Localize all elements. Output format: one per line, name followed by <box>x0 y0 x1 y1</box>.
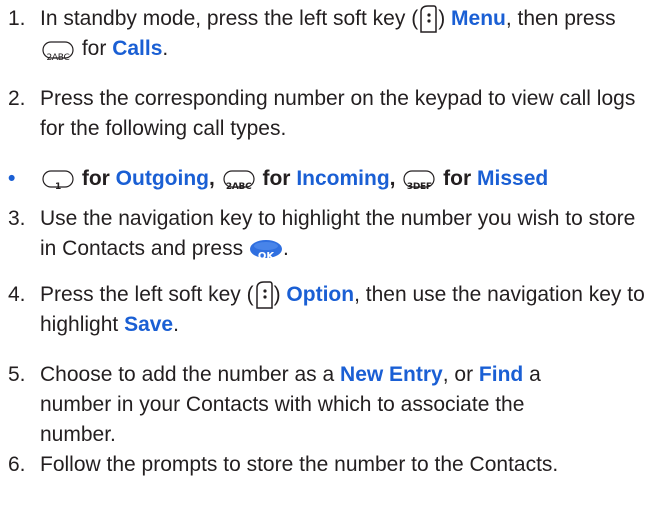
left-soft-key-icon <box>254 280 274 310</box>
step-text: In standby mode, press the left soft key… <box>40 4 648 64</box>
step-number: 5. <box>8 363 26 386</box>
missed-keyword: Missed <box>477 167 549 190</box>
step-number: 4. <box>8 283 26 306</box>
step-text: Use the navigation key to highlight the … <box>40 207 636 263</box>
step-text: Press the corresponding number on the ke… <box>40 87 636 140</box>
new-entry-keyword: New Entry <box>340 363 443 386</box>
step-text: Choose to add the number as a New Entry,… <box>40 363 541 446</box>
step-2: 2. Press the corresponding number on the… <box>8 84 648 140</box>
incoming-keyword: Incoming <box>296 167 390 190</box>
step-3: 3. Use the navigation key to highlight t… <box>8 204 648 262</box>
step-number: 6. <box>8 453 26 476</box>
keypad-3def-icon: 3DEF <box>403 169 435 192</box>
call-type-bullet: • 1 for Outgoing, 2ABC for Incoming, 3DE… <box>8 164 648 194</box>
outgoing-keyword: Outgoing <box>115 167 209 190</box>
step-text: Press the left soft key () Option, then … <box>40 280 648 340</box>
menu-keyword: Menu <box>451 7 506 30</box>
step-number: 3. <box>8 207 26 230</box>
step-4: 4. Press the left soft key () Option, th… <box>8 280 648 336</box>
step-text: Follow the prompts to store the number t… <box>40 453 559 476</box>
step-6: 6. Follow the prompts to store the numbe… <box>8 450 648 480</box>
keypad-2abc-icon: 2ABC <box>42 40 74 63</box>
option-keyword: Option <box>286 283 355 306</box>
ok-key-icon: OK <box>249 239 283 262</box>
bullet-text: 1 for Outgoing, 2ABC for Incoming, 3DEF … <box>40 164 648 194</box>
step-number: 2. <box>8 87 26 110</box>
step-number: 1. <box>8 7 26 30</box>
left-soft-key-icon <box>418 4 438 34</box>
step-5: 5. Choose to add the number as a New Ent… <box>8 360 648 446</box>
calls-keyword: Calls <box>112 37 163 61</box>
step-1: 1. In standby mode, press the left soft … <box>8 4 648 63</box>
find-keyword: Find <box>478 363 524 386</box>
keypad-2abc-icon: 2ABC <box>223 169 255 192</box>
keypad-1-icon: 1 <box>42 169 74 192</box>
bullet: • <box>8 167 16 190</box>
save-keyword: Save <box>124 313 174 337</box>
